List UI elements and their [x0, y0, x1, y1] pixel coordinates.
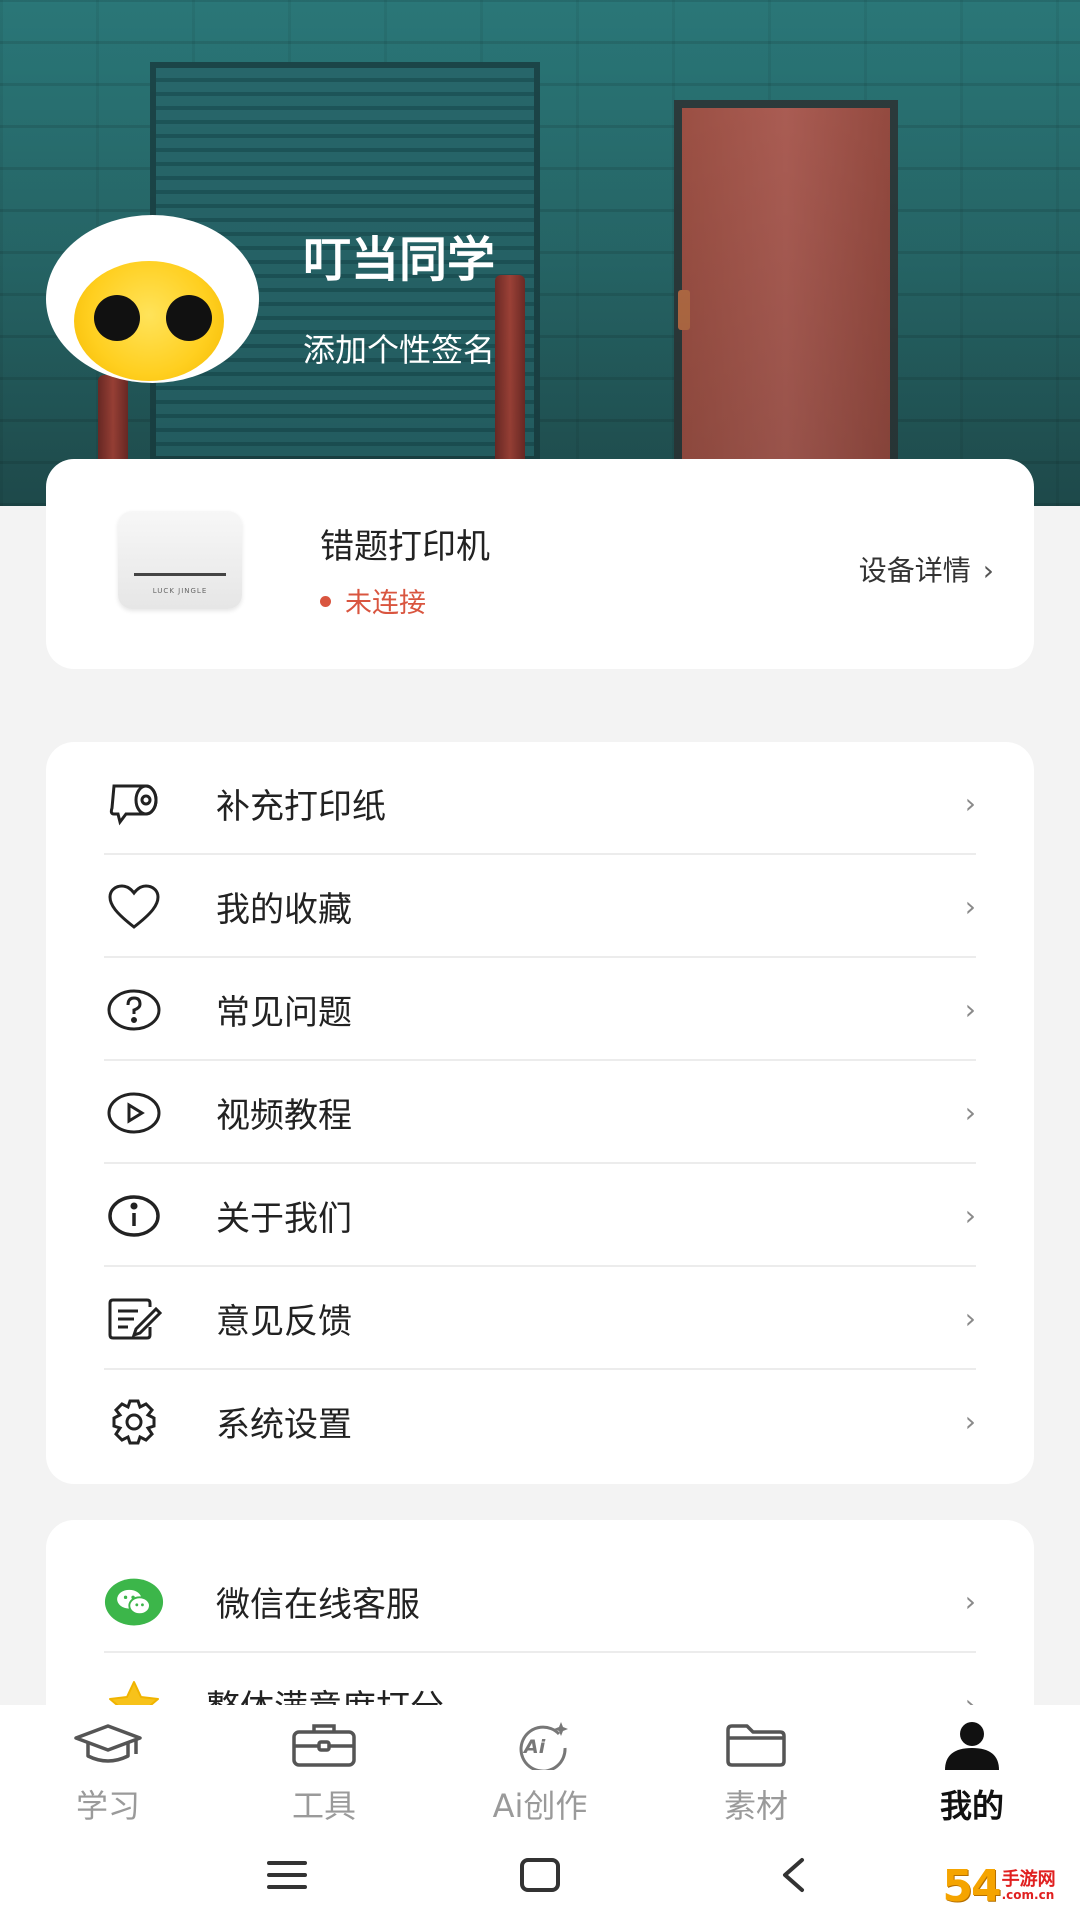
gear-icon: [104, 1392, 164, 1452]
watermark-site-name: 手游网: [1001, 1869, 1056, 1890]
device-card[interactable]: LUCK JINGLE 错题打印机 未连接 设备详情 ›: [46, 459, 1034, 669]
tab-label: 工具: [291, 1787, 356, 1825]
info-icon: [104, 1186, 164, 1246]
menu-icon[interactable]: [247, 1845, 327, 1905]
tab-mine[interactable]: 我的: [864, 1705, 1080, 1830]
tab-tools[interactable]: 工具: [216, 1705, 432, 1830]
back-icon[interactable]: [753, 1845, 833, 1905]
folder-icon: [720, 1717, 792, 1773]
svg-text:Ai: Ai: [522, 1736, 546, 1758]
chevron-right-icon: ›: [964, 1199, 976, 1232]
device-name: 错题打印机: [320, 527, 490, 567]
chevron-right-icon: ›: [964, 1585, 976, 1618]
menu-item-label: 补充打印纸: [216, 787, 386, 827]
question-icon: [104, 980, 164, 1040]
menu-item-wechat-service[interactable]: 微信在线客服 ›: [104, 1550, 976, 1653]
site-watermark-logo: 54 手游网 .com.cn: [924, 1858, 1074, 1914]
tab-ai-create[interactable]: Ai Ai创作: [432, 1705, 648, 1830]
tab-label: 素材: [723, 1787, 788, 1825]
bottom-tab-bar: 学习 工具 Ai Ai创作 素材 我的: [0, 1705, 1080, 1830]
watermark-site: 手游网 .com.cn: [1001, 1869, 1056, 1902]
watermark-number: 54: [942, 1860, 1001, 1912]
ai-icon: Ai: [504, 1717, 576, 1773]
menu-item-label: 微信在线客服: [216, 1585, 420, 1625]
device-detail-label: 设备详情: [858, 554, 971, 587]
toolbox-icon: [288, 1717, 360, 1773]
feedback-icon: [104, 1289, 164, 1349]
menu-item-label: 视频教程: [216, 1096, 352, 1136]
menu-item-label: 意见反馈: [216, 1302, 352, 1342]
user-signature[interactable]: 添加个性签名: [303, 325, 495, 371]
menu-item-about[interactable]: 关于我们 ›: [104, 1164, 976, 1267]
tab-study[interactable]: 学习: [0, 1705, 216, 1830]
printer-slot: [134, 573, 226, 576]
play-icon: [104, 1083, 164, 1143]
menu-item-favorites[interactable]: 我的收藏 ›: [104, 855, 976, 958]
tab-label: 我的: [939, 1787, 1004, 1825]
menu-item-label: 系统设置: [216, 1405, 352, 1445]
printer-brand: LUCK JINGLE: [152, 587, 208, 595]
chevron-right-icon: ›: [964, 993, 976, 1026]
avatar[interactable]: [46, 215, 259, 383]
menu-card: 补充打印纸 › 我的收藏 › 常见问题 › 视频教程 › 关于我们 › 意见反馈…: [46, 742, 1034, 1484]
tab-label: Ai创作: [492, 1787, 588, 1825]
chevron-right-icon: ›: [964, 1405, 976, 1438]
chevron-right-icon: ›: [964, 1302, 976, 1335]
device-status-text: 未连接: [345, 588, 426, 619]
home-icon[interactable]: [500, 1845, 580, 1905]
tab-materials[interactable]: 素材: [648, 1705, 864, 1830]
system-nav-bar: [0, 1830, 1080, 1920]
chevron-right-icon: ›: [964, 787, 976, 820]
avatar-eye: [166, 295, 212, 341]
menu-item-faq[interactable]: 常见问题 ›: [104, 958, 976, 1061]
chevron-right-icon: ›: [964, 890, 976, 923]
printer-image: LUCK JINGLE: [118, 511, 242, 609]
menu-item-video[interactable]: 视频教程 ›: [104, 1061, 976, 1164]
heart-icon: [104, 877, 164, 937]
device-status: 未连接: [320, 581, 426, 620]
paper-roll-icon: [104, 774, 164, 834]
chevron-right-icon: ›: [982, 554, 994, 587]
menu-item-label: 关于我们: [216, 1199, 352, 1239]
watermark-domain: .com.cn: [1001, 1888, 1055, 1902]
menu-item-paper[interactable]: 补充打印纸 ›: [104, 752, 976, 855]
tab-label: 学习: [75, 1787, 140, 1825]
person-icon: [936, 1717, 1008, 1773]
graduation-cap-icon: [72, 1717, 144, 1773]
device-detail-link[interactable]: 设备详情 ›: [859, 549, 994, 589]
menu-item-label: 常见问题: [216, 993, 352, 1033]
menu-item-feedback[interactable]: 意见反馈 ›: [104, 1267, 976, 1370]
chevron-right-icon: ›: [964, 1096, 976, 1129]
menu-item-settings[interactable]: 系统设置 ›: [104, 1370, 976, 1473]
avatar-eye: [94, 295, 140, 341]
user-name[interactable]: 叮当同学: [303, 220, 495, 290]
status-dot-icon: [320, 596, 331, 607]
wechat-icon: [104, 1572, 164, 1632]
menu-item-label: 我的收藏: [216, 890, 352, 930]
